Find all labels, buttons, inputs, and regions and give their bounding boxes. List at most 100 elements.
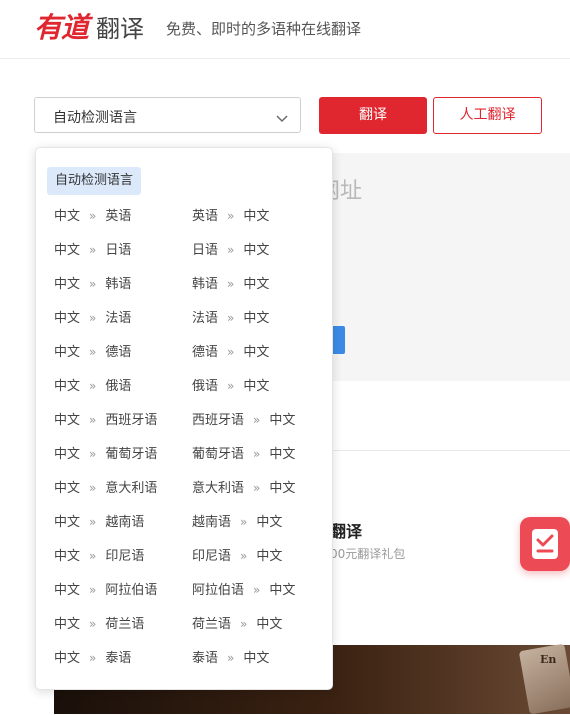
divider bbox=[300, 450, 570, 451]
promo-subtitle: 00元翻译礼包 bbox=[330, 547, 406, 561]
dropdown-option-left[interactable]: 中文 » 越南语 bbox=[54, 510, 144, 534]
option-arrow: » bbox=[227, 345, 235, 359]
option-arrow: » bbox=[89, 345, 97, 359]
option-source-lang: 荷兰语 bbox=[192, 617, 232, 632]
option-target-lang: 西班牙语 bbox=[105, 413, 158, 428]
translate-button[interactable]: 翻译 bbox=[319, 97, 427, 134]
option-target-lang: 俄语 bbox=[105, 379, 132, 394]
option-arrow: » bbox=[253, 447, 261, 461]
option-target-lang: 中文 bbox=[243, 277, 270, 292]
dropdown-option-left[interactable]: 中文 » 韩语 bbox=[54, 272, 131, 296]
check-icon bbox=[532, 529, 558, 559]
option-source-lang: 中文 bbox=[54, 549, 81, 564]
dropdown-option-right[interactable]: 日语 » 中文 bbox=[192, 238, 269, 262]
dropdown-option-right[interactable]: 俄语 » 中文 bbox=[192, 374, 269, 398]
option-source-lang: 中文 bbox=[54, 277, 81, 292]
dropdown-option-left[interactable]: 中文 » 意大利语 bbox=[54, 476, 157, 500]
dropdown-option-left[interactable]: 中文 » 俄语 bbox=[54, 374, 131, 398]
option-target-lang: 中文 bbox=[256, 549, 283, 564]
option-target-lang: 葡萄牙语 bbox=[105, 447, 158, 462]
option-source-lang: 俄语 bbox=[192, 379, 219, 394]
option-target-lang: 法语 bbox=[105, 311, 132, 326]
dropdown-option-right[interactable]: 阿拉伯语 » 中文 bbox=[192, 578, 295, 602]
option-source-lang: 韩语 bbox=[192, 277, 219, 292]
option-target-lang: 中文 bbox=[243, 345, 270, 360]
chevron-down-icon bbox=[276, 109, 288, 128]
option-source-lang: 泰语 bbox=[192, 651, 219, 666]
dropdown-option-left[interactable]: 中文 » 德语 bbox=[54, 340, 131, 364]
dropdown-option-right[interactable]: 德语 » 中文 bbox=[192, 340, 269, 364]
language-select[interactable]: 自动检测语言 bbox=[34, 97, 301, 133]
option-arrow: » bbox=[89, 209, 97, 223]
dropdown-option-right[interactable]: 葡萄牙语 » 中文 bbox=[192, 442, 295, 466]
option-arrow: » bbox=[227, 243, 235, 257]
human-translate-button[interactable]: 人工翻译 bbox=[433, 97, 542, 134]
option-target-lang: 韩语 bbox=[105, 277, 132, 292]
dropdown-option-right[interactable]: 韩语 » 中文 bbox=[192, 272, 269, 296]
option-target-lang: 阿拉伯语 bbox=[105, 583, 158, 598]
option-arrow: » bbox=[227, 209, 235, 223]
dropdown-option-left[interactable]: 中文 » 葡萄牙语 bbox=[54, 442, 157, 466]
option-target-lang: 中文 bbox=[269, 583, 296, 598]
dropdown-option-right[interactable]: 泰语 » 中文 bbox=[192, 646, 269, 670]
option-source-lang: 中文 bbox=[54, 379, 81, 394]
dropdown-option-left[interactable]: 中文 » 法语 bbox=[54, 306, 131, 330]
option-arrow: » bbox=[89, 243, 97, 257]
option-target-lang: 泰语 bbox=[105, 651, 132, 666]
option-target-lang: 中文 bbox=[269, 447, 296, 462]
dropdown-option-right[interactable]: 法语 » 中文 bbox=[192, 306, 269, 330]
option-arrow: » bbox=[89, 583, 97, 597]
option-target-lang: 中文 bbox=[256, 515, 283, 530]
option-target-lang: 意大利语 bbox=[105, 481, 158, 496]
dropdown-option-auto-detect[interactable]: 自动检测语言 bbox=[47, 167, 142, 195]
dropdown-option-left[interactable]: 中文 » 荷兰语 bbox=[54, 612, 144, 636]
dropdown-option-left[interactable]: 中文 » 阿拉伯语 bbox=[54, 578, 157, 602]
dropdown-option-right[interactable]: 英语 » 中文 bbox=[192, 204, 269, 228]
option-arrow: » bbox=[89, 651, 97, 665]
logo-product-name[interactable]: 翻译 bbox=[96, 9, 144, 44]
option-target-lang: 中文 bbox=[269, 413, 296, 428]
banner-card-text: En bbox=[540, 653, 557, 666]
option-source-lang: 法语 bbox=[192, 311, 219, 326]
floating-note-icon[interactable] bbox=[520, 517, 570, 571]
option-arrow: » bbox=[253, 583, 261, 597]
option-source-lang: 英语 bbox=[192, 209, 219, 224]
option-source-lang: 中文 bbox=[54, 651, 81, 666]
header: 有道 翻译 免费、即时的多语种在线翻译 bbox=[0, 0, 570, 59]
option-source-lang: 印尼语 bbox=[192, 549, 232, 564]
option-arrow: » bbox=[89, 277, 97, 291]
dropdown-option-left[interactable]: 中文 » 西班牙语 bbox=[54, 408, 157, 432]
dropdown-option-right[interactable]: 意大利语 » 中文 bbox=[192, 476, 295, 500]
dropdown-option-right[interactable]: 西班牙语 » 中文 bbox=[192, 408, 295, 432]
dropdown-option-left[interactable]: 中文 » 印尼语 bbox=[54, 544, 144, 568]
option-arrow: » bbox=[227, 651, 235, 665]
option-source-lang: 中文 bbox=[54, 515, 81, 530]
dropdown-option-left[interactable]: 中文 » 泰语 bbox=[54, 646, 131, 670]
dropdown-option-right[interactable]: 荷兰语 » 中文 bbox=[192, 612, 282, 636]
option-arrow: » bbox=[240, 549, 248, 563]
option-target-lang: 印尼语 bbox=[105, 549, 145, 564]
option-arrow: » bbox=[253, 481, 261, 495]
option-arrow: » bbox=[89, 515, 97, 529]
option-source-lang: 中文 bbox=[54, 617, 81, 632]
option-source-lang: 中文 bbox=[54, 481, 81, 496]
dropdown-option-right[interactable]: 印尼语 » 中文 bbox=[192, 544, 282, 568]
logo[interactable]: 有道 bbox=[34, 6, 89, 46]
option-target-lang: 中文 bbox=[243, 209, 270, 224]
promo-title[interactable]: 翻译 bbox=[330, 518, 362, 542]
option-target-lang: 荷兰语 bbox=[105, 617, 145, 632]
dropdown-option-left[interactable]: 中文 » 英语 bbox=[54, 204, 131, 228]
dropdown-option-right[interactable]: 越南语 » 中文 bbox=[192, 510, 282, 534]
dropdown-option-left[interactable]: 中文 » 日语 bbox=[54, 238, 131, 262]
option-source-lang: 中文 bbox=[54, 243, 81, 258]
language-dropdown: 自动检测语言 中文» 英语 英语» 中文 中文» 日语 日语» 中文 中文» 韩语 韩语» 中文 中文»… bbox=[35, 147, 333, 690]
option-source-lang: 中文 bbox=[54, 447, 81, 462]
option-arrow: » bbox=[89, 311, 97, 325]
option-arrow: » bbox=[89, 413, 97, 427]
option-source-lang: 中文 bbox=[54, 583, 81, 598]
option-arrow: » bbox=[253, 413, 261, 427]
option-arrow: » bbox=[227, 379, 235, 393]
option-arrow: » bbox=[89, 617, 97, 631]
option-arrow: » bbox=[240, 515, 248, 529]
option-source-lang: 中文 bbox=[54, 311, 81, 326]
